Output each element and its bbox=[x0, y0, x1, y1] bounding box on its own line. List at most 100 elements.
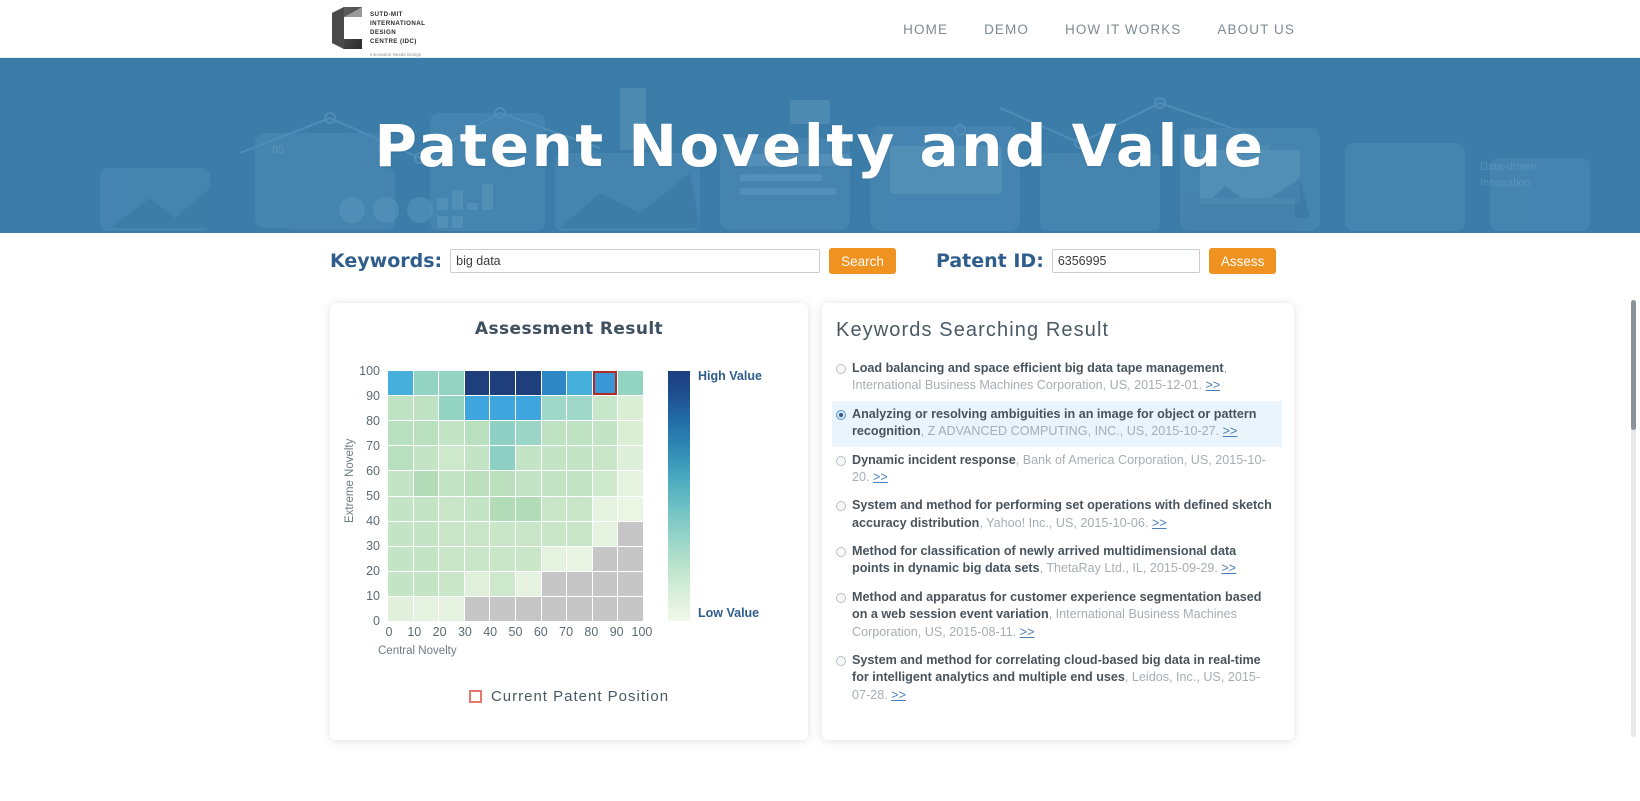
result-detail-link[interactable]: >> bbox=[1152, 516, 1167, 530]
heatmap-cell[interactable] bbox=[439, 571, 464, 596]
heatmap-cell[interactable] bbox=[567, 496, 592, 521]
heatmap-cell[interactable] bbox=[541, 571, 567, 596]
heatmap-cell[interactable] bbox=[618, 596, 643, 621]
heatmap-cell[interactable] bbox=[413, 446, 439, 471]
heatmap-cell[interactable] bbox=[490, 496, 515, 521]
heatmap-cell[interactable] bbox=[541, 421, 567, 446]
heatmap-cell[interactable] bbox=[388, 396, 413, 421]
result-radio-button[interactable] bbox=[836, 592, 846, 603]
heatmap-cell[interactable] bbox=[592, 596, 618, 621]
heatmap-cell[interactable] bbox=[388, 446, 413, 471]
heatmap-cell[interactable] bbox=[413, 371, 439, 396]
result-detail-link[interactable]: >> bbox=[1223, 424, 1238, 438]
heatmap-cell[interactable] bbox=[592, 396, 618, 421]
result-item[interactable]: Load balancing and space efficient big d… bbox=[832, 355, 1282, 401]
heatmap-cell[interactable] bbox=[413, 546, 439, 571]
results-scrollbar-thumb[interactable] bbox=[1631, 300, 1636, 430]
result-detail-link[interactable]: >> bbox=[1221, 561, 1236, 575]
result-detail-link[interactable]: >> bbox=[1020, 625, 1035, 639]
heatmap-cell[interactable] bbox=[413, 521, 439, 546]
result-radio-button[interactable] bbox=[836, 655, 846, 666]
patent-id-input[interactable] bbox=[1051, 249, 1200, 273]
result-detail-link[interactable]: >> bbox=[1206, 378, 1221, 392]
heatmap-cell[interactable] bbox=[592, 371, 618, 396]
result-radio-button[interactable] bbox=[836, 501, 846, 512]
heatmap-cell[interactable] bbox=[490, 546, 515, 571]
heatmap-cell[interactable] bbox=[567, 396, 592, 421]
heatmap-cell[interactable] bbox=[516, 446, 541, 471]
heatmap-cell[interactable] bbox=[490, 521, 515, 546]
heatmap-cell[interactable] bbox=[464, 446, 490, 471]
heatmap-cell[interactable] bbox=[388, 371, 413, 396]
heatmap-cell[interactable] bbox=[592, 446, 618, 471]
heatmap-cell[interactable] bbox=[618, 546, 643, 571]
heatmap-cell[interactable] bbox=[618, 521, 643, 546]
heatmap-cell[interactable] bbox=[413, 571, 439, 596]
heatmap-cell[interactable] bbox=[567, 521, 592, 546]
heatmap-cell[interactable] bbox=[567, 596, 592, 621]
heatmap-cell[interactable] bbox=[541, 446, 567, 471]
result-item[interactable]: Method and apparatus for customer experi… bbox=[832, 584, 1282, 647]
heatmap-cell[interactable] bbox=[541, 546, 567, 571]
heatmap-cell[interactable] bbox=[490, 421, 515, 446]
heatmap-cell[interactable] bbox=[541, 521, 567, 546]
heatmap-cell[interactable] bbox=[413, 596, 439, 621]
heatmap-cell[interactable] bbox=[567, 571, 592, 596]
heatmap-cell[interactable] bbox=[541, 396, 567, 421]
heatmap-cell[interactable] bbox=[592, 571, 618, 596]
result-detail-link[interactable]: >> bbox=[891, 688, 906, 702]
heatmap-cell[interactable] bbox=[439, 371, 464, 396]
heatmap-cell[interactable] bbox=[413, 471, 439, 496]
heatmap-cell[interactable] bbox=[388, 571, 413, 596]
heatmap-cell[interactable] bbox=[490, 446, 515, 471]
heatmap-cell[interactable] bbox=[464, 546, 490, 571]
heatmap-cell[interactable] bbox=[439, 396, 464, 421]
heatmap-cell[interactable] bbox=[464, 421, 490, 446]
result-radio-button[interactable] bbox=[836, 455, 846, 466]
heatmap-cell[interactable] bbox=[541, 596, 567, 621]
heatmap-cell[interactable] bbox=[464, 571, 490, 596]
heatmap-cell[interactable] bbox=[567, 546, 592, 571]
heatmap-cell[interactable] bbox=[618, 396, 643, 421]
heatmap-cell[interactable] bbox=[464, 521, 490, 546]
heatmap-cell[interactable] bbox=[439, 421, 464, 446]
heatmap-cell[interactable] bbox=[592, 421, 618, 446]
result-item[interactable]: System and method for performing set ope… bbox=[832, 492, 1282, 538]
heatmap-cell[interactable] bbox=[439, 521, 464, 546]
heatmap-cell[interactable] bbox=[439, 596, 464, 621]
search-button[interactable]: Search bbox=[829, 248, 896, 274]
heatmap-cell[interactable] bbox=[541, 471, 567, 496]
result-detail-link[interactable]: >> bbox=[873, 470, 888, 484]
heatmap-cell[interactable] bbox=[388, 496, 413, 521]
result-item[interactable]: System and method for correlating cloud-… bbox=[832, 647, 1282, 710]
heatmap-cell[interactable] bbox=[413, 496, 439, 521]
heatmap-cell[interactable] bbox=[464, 396, 490, 421]
heatmap-cell[interactable] bbox=[413, 421, 439, 446]
heatmap-cell[interactable] bbox=[618, 446, 643, 471]
result-item[interactable]: Dynamic incident response, Bank of Ameri… bbox=[832, 447, 1282, 493]
heatmap-cell[interactable] bbox=[490, 596, 515, 621]
heatmap-cell[interactable] bbox=[490, 471, 515, 496]
heatmap-cell[interactable] bbox=[592, 521, 618, 546]
heatmap-cell[interactable] bbox=[567, 446, 592, 471]
nav-link-about-us[interactable]: ABOUT US bbox=[1217, 22, 1295, 37]
heatmap-cell[interactable] bbox=[618, 571, 643, 596]
heatmap-cell[interactable] bbox=[516, 371, 541, 396]
heatmap-cell[interactable] bbox=[618, 496, 643, 521]
nav-link-home[interactable]: HOME bbox=[903, 22, 948, 37]
heatmap-cell[interactable] bbox=[592, 496, 618, 521]
site-logo[interactable]: SUTD-MIT INTERNATIONAL DESIGN CENTRE (ID… bbox=[330, 5, 425, 57]
heatmap-cell[interactable] bbox=[516, 396, 541, 421]
heatmap-cell[interactable] bbox=[516, 421, 541, 446]
heatmap-cell[interactable] bbox=[413, 396, 439, 421]
assess-button[interactable]: Assess bbox=[1208, 248, 1277, 274]
heatmap-cell[interactable] bbox=[388, 421, 413, 446]
heatmap-grid[interactable] bbox=[388, 371, 643, 621]
heatmap-cell[interactable] bbox=[464, 471, 490, 496]
heatmap-cell[interactable] bbox=[516, 471, 541, 496]
heatmap-cell[interactable] bbox=[464, 496, 490, 521]
heatmap-cell[interactable] bbox=[388, 521, 413, 546]
heatmap-cell[interactable] bbox=[592, 546, 618, 571]
heatmap-cell[interactable] bbox=[388, 471, 413, 496]
heatmap-cell[interactable] bbox=[516, 596, 541, 621]
